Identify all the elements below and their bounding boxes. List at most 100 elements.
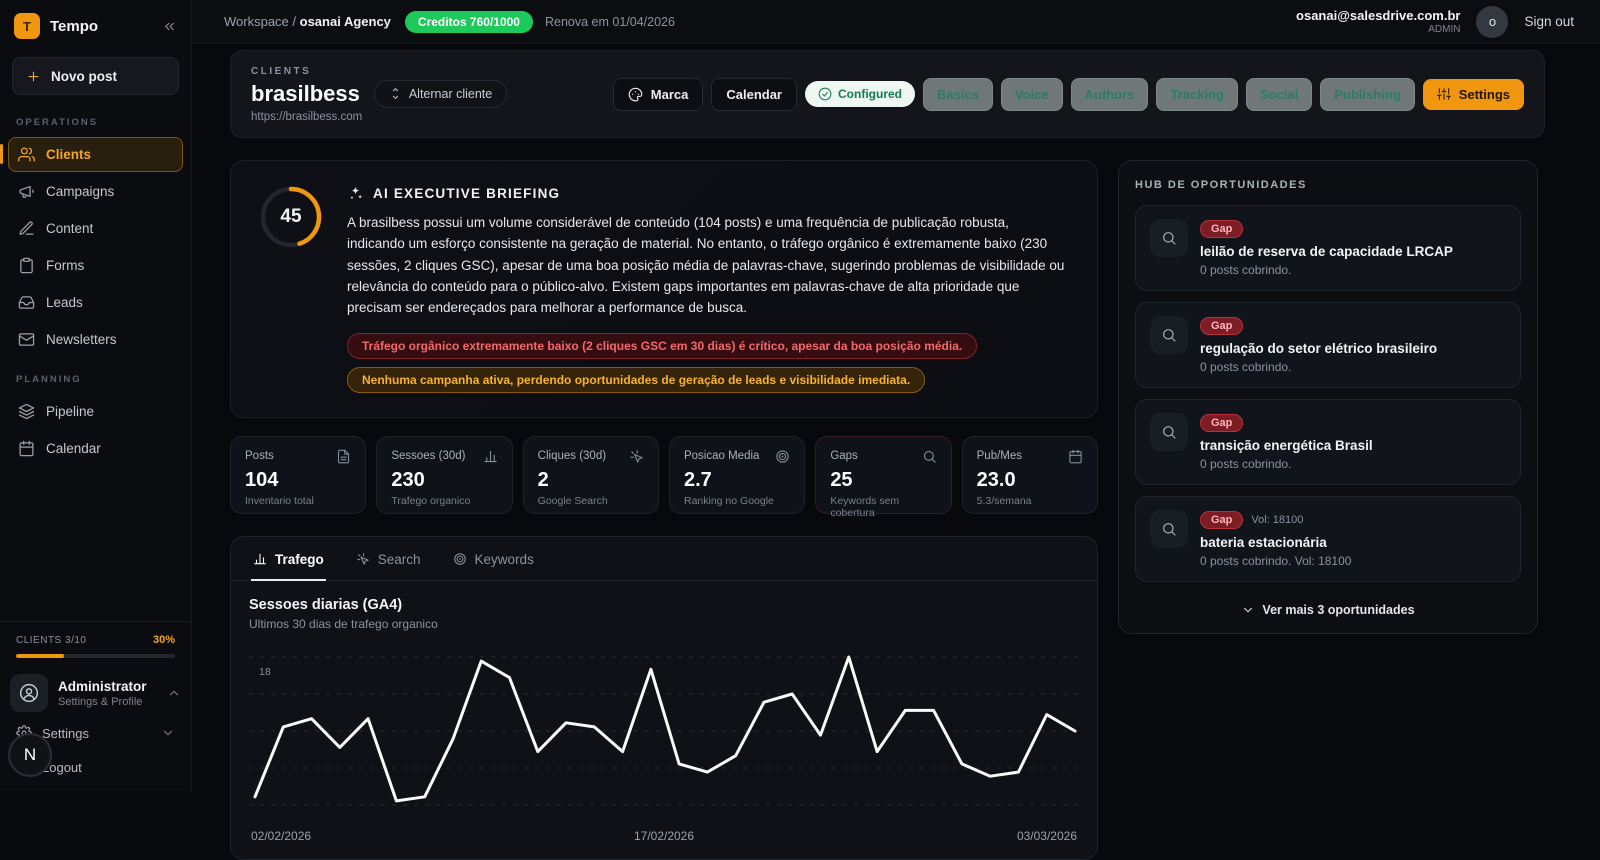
stat-card-clicks[interactable]: Cliques (30d) 2 Google Search [523, 436, 659, 514]
marca-button[interactable]: Marca [613, 78, 704, 111]
clients-usage: CLIENTS 3/10 30% [0, 621, 191, 662]
breadcrumb-prefix: Workspace / [224, 14, 296, 29]
sidebar-item-clients[interactable]: Clients [8, 137, 183, 172]
opportunity-title: regulação do setor elétrico brasileiro [1200, 341, 1437, 356]
app-name: Tempo [50, 18, 98, 35]
avatar[interactable]: o [1476, 6, 1508, 38]
opportunity-subtitle: 0 posts cobrindo. Vol: 18100 [1200, 554, 1351, 568]
gap-badge: Gap [1200, 317, 1243, 335]
stat-label: Cliques (30d) [538, 450, 606, 462]
opportunity-title: leilão de reserva de capacidade LRCAP [1200, 244, 1453, 259]
opportunity-card[interactable]: Gap leilão de reserva de capacidade LRCA… [1135, 205, 1521, 291]
tab-authors[interactable]: Authors [1071, 78, 1149, 111]
topbar: Workspace / osanai Agency Creditos 760/1… [192, 0, 1600, 44]
gap-badge: Gap [1200, 220, 1243, 238]
client-url[interactable]: https://brasilbess.com [251, 111, 507, 123]
sidebar-item-newsletters[interactable]: Newsletters [8, 322, 183, 357]
renewal-text: Renova em 01/04/2026 [545, 15, 675, 29]
sidebar-collapse-icon[interactable] [162, 19, 177, 34]
stat-label: Sessoes (30d) [391, 450, 465, 462]
briefing-score: 45 [259, 185, 323, 249]
gap-badge: Gap [1200, 414, 1243, 432]
opportunity-card[interactable]: GapVol: 18100 bateria estacionária 0 pos… [1135, 496, 1521, 582]
client-settings-button[interactable]: Settings [1423, 79, 1524, 110]
alert-critical: Tráfego orgânico extremamente baixo (2 c… [347, 333, 977, 359]
tab-tracking[interactable]: Tracking [1156, 78, 1237, 111]
sidebar-item-label: Newsletters [46, 332, 117, 347]
profile-subtitle: Settings & Profile [58, 696, 147, 708]
stat-card-sessions[interactable]: Sessoes (30d) 230 Trafego organico [376, 436, 512, 514]
bar-chart-icon [483, 449, 498, 464]
new-post-button[interactable]: Novo post [12, 57, 179, 95]
tab-trafego[interactable]: Trafego [251, 537, 326, 581]
calendar-button[interactable]: Calendar [711, 78, 797, 111]
sidebar-item-forms[interactable]: Forms [8, 248, 183, 283]
opportunity-card[interactable]: Gap regulação do setor elétrico brasilei… [1135, 302, 1521, 388]
ai-briefing-card: 45 AI EXECUTIVE BRIEFING A brasilbess po… [230, 160, 1098, 418]
click-icon [356, 552, 370, 566]
opportunity-card[interactable]: Gap transição energética Brasil 0 posts … [1135, 399, 1521, 485]
clipboard-icon [18, 257, 35, 274]
plus-icon [26, 69, 41, 84]
chart-title: Sessoes diarias (GA4) [249, 597, 1079, 613]
target-icon [453, 552, 467, 566]
stat-card-posts[interactable]: Posts 104 Inventario total [230, 436, 366, 514]
tab-publishing[interactable]: Publishing [1320, 78, 1414, 111]
sidebar-item-leads[interactable]: Leads [8, 285, 183, 320]
clients-progress-fill [16, 654, 64, 658]
sidebar: T Tempo Novo post OPERATIONS Clients Cam… [0, 0, 192, 791]
bar-chart-icon [253, 552, 267, 566]
section-label-operations: OPERATIONS [0, 117, 191, 128]
profile-menu[interactable]: Administrator Settings & Profile [10, 674, 181, 712]
gap-badge: Gap [1200, 511, 1243, 529]
sidebar-header: T Tempo [0, 0, 191, 49]
sidebar-item-label: Content [46, 221, 93, 236]
tab-voice[interactable]: Voice [1001, 78, 1063, 111]
client-name: brasilbess [251, 81, 360, 107]
sidebar-item-label: Forms [46, 258, 84, 273]
tab-basics[interactable]: Basics [923, 78, 993, 111]
clients-progress-track [16, 654, 175, 658]
sidebar-settings-label: Settings [42, 726, 89, 741]
stat-card-pub[interactable]: Pub/Mes 23.0 5.3/semana [962, 436, 1098, 514]
opportunities-hub: HUB DE OPORTUNIDADES Gap leilão de reser… [1118, 160, 1538, 634]
opportunity-subtitle: 0 posts cobrindo. [1200, 457, 1373, 471]
search-icon [922, 449, 937, 464]
tab-social[interactable]: Social [1246, 78, 1312, 111]
sidebar-item-content[interactable]: Content [8, 211, 183, 246]
opportunity-title: bateria estacionária [1200, 535, 1351, 550]
configured-badge[interactable]: Configured [805, 81, 915, 107]
user-avatar-icon [10, 674, 48, 712]
clients-usage-percent: 30% [153, 634, 175, 646]
stat-sub: Keywords sem cobertura [830, 495, 936, 519]
opportunity-subtitle: 0 posts cobrindo. [1200, 263, 1453, 277]
click-icon [629, 449, 644, 464]
user-info: osanai@salesdrive.com.br ADMIN [1296, 8, 1460, 35]
y-axis-tick: 18 [259, 666, 271, 678]
stat-card-position[interactable]: Posicao Media 2.7 Ranking no Google [669, 436, 805, 514]
stat-sub: Ranking no Google [684, 495, 790, 507]
tab-keywords[interactable]: Keywords [451, 537, 536, 581]
x-tick-mid: 17/02/2026 [634, 829, 694, 843]
profile-name: Administrator [58, 679, 147, 694]
traffic-chart-card: Trafego Search Keywords Sessoes diarias … [230, 536, 1098, 860]
workspace-name[interactable]: osanai Agency [300, 14, 391, 29]
sidebar-item-pipeline[interactable]: Pipeline [8, 394, 183, 429]
target-icon [775, 449, 790, 464]
switch-client-button[interactable]: Alternar cliente [374, 80, 507, 108]
tab-label: Search [378, 552, 421, 567]
stat-card-gaps[interactable]: Gaps 25 Keywords sem cobertura [815, 436, 951, 514]
user-email: osanai@salesdrive.com.br [1296, 8, 1460, 23]
credits-badge: Creditos 760/1000 [405, 11, 533, 33]
hub-title: HUB DE OPORTUNIDADES [1135, 179, 1521, 191]
stat-value: 230 [391, 469, 497, 492]
sign-out-button[interactable]: Sign out [1524, 14, 1574, 29]
tab-search[interactable]: Search [354, 537, 423, 581]
layers-icon [18, 403, 35, 420]
sparkles-icon [347, 185, 364, 202]
sidebar-item-calendar[interactable]: Calendar [8, 431, 183, 466]
swap-vertical-icon [389, 87, 402, 100]
show-more-opportunities[interactable]: Ver mais 3 oportunidades [1135, 593, 1521, 621]
sessions-line-chart[interactable]: 18 [249, 637, 1081, 827]
sidebar-item-campaigns[interactable]: Campaigns [8, 174, 183, 209]
